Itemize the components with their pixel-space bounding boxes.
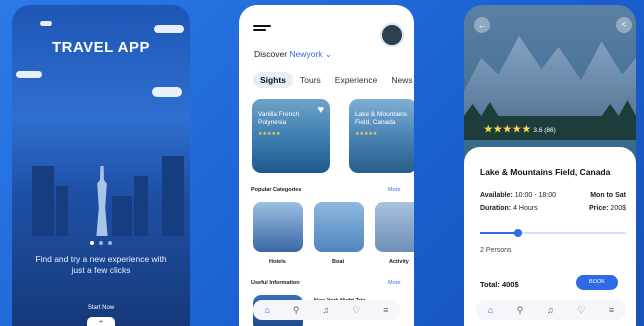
heart-icon[interactable]: ♡ — [577, 305, 585, 316]
tagline: Find and try a new experience with just … — [35, 254, 167, 275]
popular-categories-heading: Popular Categories — [251, 187, 302, 193]
tab-tours[interactable]: Tours — [293, 72, 328, 88]
category-boat[interactable] — [314, 202, 364, 252]
persons-count: 2 Persons — [480, 247, 512, 254]
home-icon[interactable]: ⌂ — [264, 305, 269, 315]
bottom-nav: ⌂ ⚲ ♫ ♡ ≡ — [253, 300, 400, 320]
heart-icon[interactable]: ♡ — [352, 305, 360, 316]
chevron-up-icon[interactable]: ⌃ — [87, 317, 115, 326]
more-link[interactable]: More — [388, 187, 401, 193]
rating-stars: ★★★★★ — [484, 124, 532, 135]
price-label: Price: — [589, 205, 609, 212]
splash-screen: TRAVEL APP Find and try a new experience… — [12, 5, 190, 326]
bell-icon[interactable]: ♫ — [547, 305, 554, 315]
home-icon[interactable]: ⌂ — [488, 305, 493, 315]
tab-experience[interactable]: Experience — [328, 72, 385, 88]
available-label: Available: — [480, 192, 513, 199]
rating-value: 3.6 (86) — [533, 127, 556, 134]
rating: ★★★★★ 3.6 (86) — [484, 124, 556, 135]
menu-icon[interactable]: ≡ — [383, 305, 388, 315]
category-label: Hotels — [269, 259, 286, 265]
heart-icon[interactable]: ♥ — [317, 104, 324, 116]
availability-row: Available: 10:00 - 18:00 Mon to Sat — [480, 192, 626, 199]
carousel-dot[interactable] — [108, 241, 112, 245]
useful-information-heading: Useful Information — [251, 280, 300, 286]
discover-label: Discover — [254, 49, 288, 59]
category-label: Activity — [389, 259, 409, 265]
carousel-dots — [12, 241, 190, 245]
available-hours: 10:00 - 18:00 — [514, 192, 557, 199]
cloud — [152, 87, 182, 97]
tab-bar: Sights Tours Experience News — [253, 72, 414, 88]
total-price: Total: 400$ — [480, 280, 519, 289]
tab-news[interactable]: News — [384, 72, 414, 88]
slider-knob[interactable] — [513, 229, 522, 237]
carousel-dot[interactable] — [90, 241, 94, 245]
category-label: Boat — [332, 259, 345, 265]
card-title: Vanilla French Polynesia — [258, 111, 300, 126]
app-title: TRAVEL APP — [51, 39, 151, 56]
sight-card[interactable]: Vanilla French Polynesia ★★★★★ ♥ — [252, 99, 330, 173]
cloud — [40, 21, 52, 26]
discover-screen: Discover Newyork ⌄ Sights Tours Experien… — [239, 5, 414, 326]
menu-icon[interactable]: ≡ — [609, 305, 614, 315]
duration-row: Duration: 4 Hours Price: 200$ — [480, 205, 626, 212]
detail-screen: ← < ★★★★★ 3.6 (86) Lake & Mountains Fiel… — [464, 5, 636, 326]
cloud — [16, 71, 42, 78]
book-button[interactable]: BOOK — [576, 275, 618, 290]
card-stars: ★★★★★ — [258, 131, 281, 137]
share-icon[interactable]: < — [616, 17, 632, 33]
search-icon[interactable]: ⚲ — [293, 305, 300, 316]
card-title: Lake & Mountains Field, Canada — [355, 111, 408, 126]
more-link[interactable]: More — [388, 280, 401, 286]
available-days: Mon to Sat — [590, 192, 626, 199]
category-hotels[interactable] — [253, 202, 303, 252]
bell-icon[interactable]: ♫ — [322, 305, 329, 315]
persons-slider[interactable] — [480, 229, 626, 237]
cloud — [154, 25, 184, 33]
search-icon[interactable]: ⚲ — [517, 305, 524, 316]
card-stars: ★★★★★ — [355, 131, 378, 137]
menu-icon[interactable] — [253, 25, 271, 33]
duration-label: Duration: — [480, 205, 512, 212]
chevron-down-icon[interactable]: ⌄ — [323, 49, 332, 59]
duration-value: 4 Hours — [513, 205, 538, 212]
carousel-dot[interactable] — [99, 241, 103, 245]
slider-fill — [480, 232, 518, 234]
category-activity[interactable] — [375, 202, 414, 252]
back-arrow-icon[interactable]: ← — [474, 17, 490, 33]
booking-sheet: Lake & Mountains Field, Canada Available… — [464, 147, 636, 326]
place-title: Lake & Mountains Field, Canada — [480, 167, 611, 177]
avatar[interactable] — [380, 23, 404, 47]
tab-sights[interactable]: Sights — [253, 72, 293, 88]
price-value: 200$ — [610, 205, 626, 212]
start-now-button[interactable]: Start Now — [12, 305, 190, 311]
location-dropdown[interactable]: Newyork — [289, 49, 322, 59]
discover-heading: Discover Newyork ⌄ — [254, 49, 332, 60]
bottom-nav: ⌂ ⚲ ♫ ♡ ≡ — [476, 300, 626, 320]
sight-card[interactable]: Lake & Mountains Field, Canada ★★★★★ — [349, 99, 414, 173]
